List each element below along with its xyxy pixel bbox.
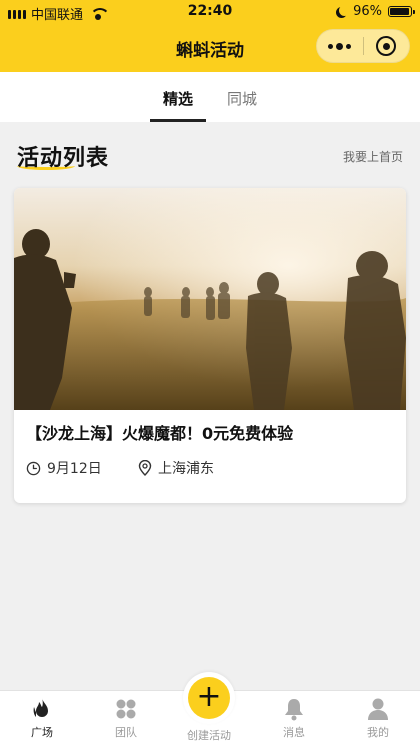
tabbar-item-messages[interactable]: 消息 — [259, 697, 329, 740]
top-tabs: 精选 同城 — [0, 72, 420, 122]
activity-location-text: 上海浦东 — [158, 461, 214, 477]
tabbar-item-mine[interactable]: 我的 — [343, 697, 413, 740]
status-right: 96% — [336, 4, 415, 19]
top-bar: 中国联通 22:40 96% 蝌蚪活动 — [0, 0, 420, 72]
plus-icon: + — [188, 677, 230, 719]
section-title: 活动列表 — [17, 146, 110, 171]
tabbar-label-mine: 我的 — [367, 726, 389, 739]
location-pin-icon — [138, 460, 152, 476]
activity-date: 9月12日 — [26, 458, 102, 478]
activity-date-text: 9月12日 — [47, 461, 102, 477]
status-bar: 中国联通 22:40 96% — [0, 0, 420, 24]
activity-location: 上海浦东 — [138, 458, 214, 478]
activity-cover-image — [14, 188, 406, 410]
tabbar-item-team[interactable]: 团队 — [91, 697, 161, 740]
promote-link[interactable]: 我要上首页 — [343, 148, 403, 165]
tab-featured[interactable]: 精选 — [150, 88, 206, 109]
clock-icon — [26, 461, 41, 475]
flame-icon — [33, 698, 48, 717]
target-close-icon[interactable] — [363, 30, 409, 62]
tabbar-label-messages: 消息 — [283, 726, 305, 739]
bell-icon — [285, 699, 303, 721]
create-activity-button[interactable]: + — [183, 672, 235, 724]
team-grid-icon — [116, 699, 136, 719]
tabbar-label-create: 创建活动 — [187, 729, 231, 742]
activity-title: 【沙龙上海】火爆魔都！0元免费体验 — [26, 424, 294, 443]
tabbar-item-square[interactable]: 广场 — [7, 697, 77, 740]
tab-active-indicator — [150, 119, 206, 122]
battery-percent: 96% — [353, 4, 382, 19]
nav-bar: 蝌蚪活动 — [0, 24, 420, 72]
tab-local[interactable]: 同城 — [222, 88, 262, 109]
tabbar-label-team: 团队 — [115, 726, 137, 739]
tabbar-label-square: 广场 — [31, 726, 53, 739]
more-dots-icon[interactable] — [317, 30, 363, 62]
moon-icon — [339, 5, 350, 16]
mini-program-capsule — [316, 29, 410, 63]
activity-card[interactable]: 【沙龙上海】火爆魔都！0元免费体验 9月12日 上海浦东 — [14, 188, 406, 503]
user-icon — [368, 698, 388, 720]
battery-icon — [388, 6, 415, 17]
